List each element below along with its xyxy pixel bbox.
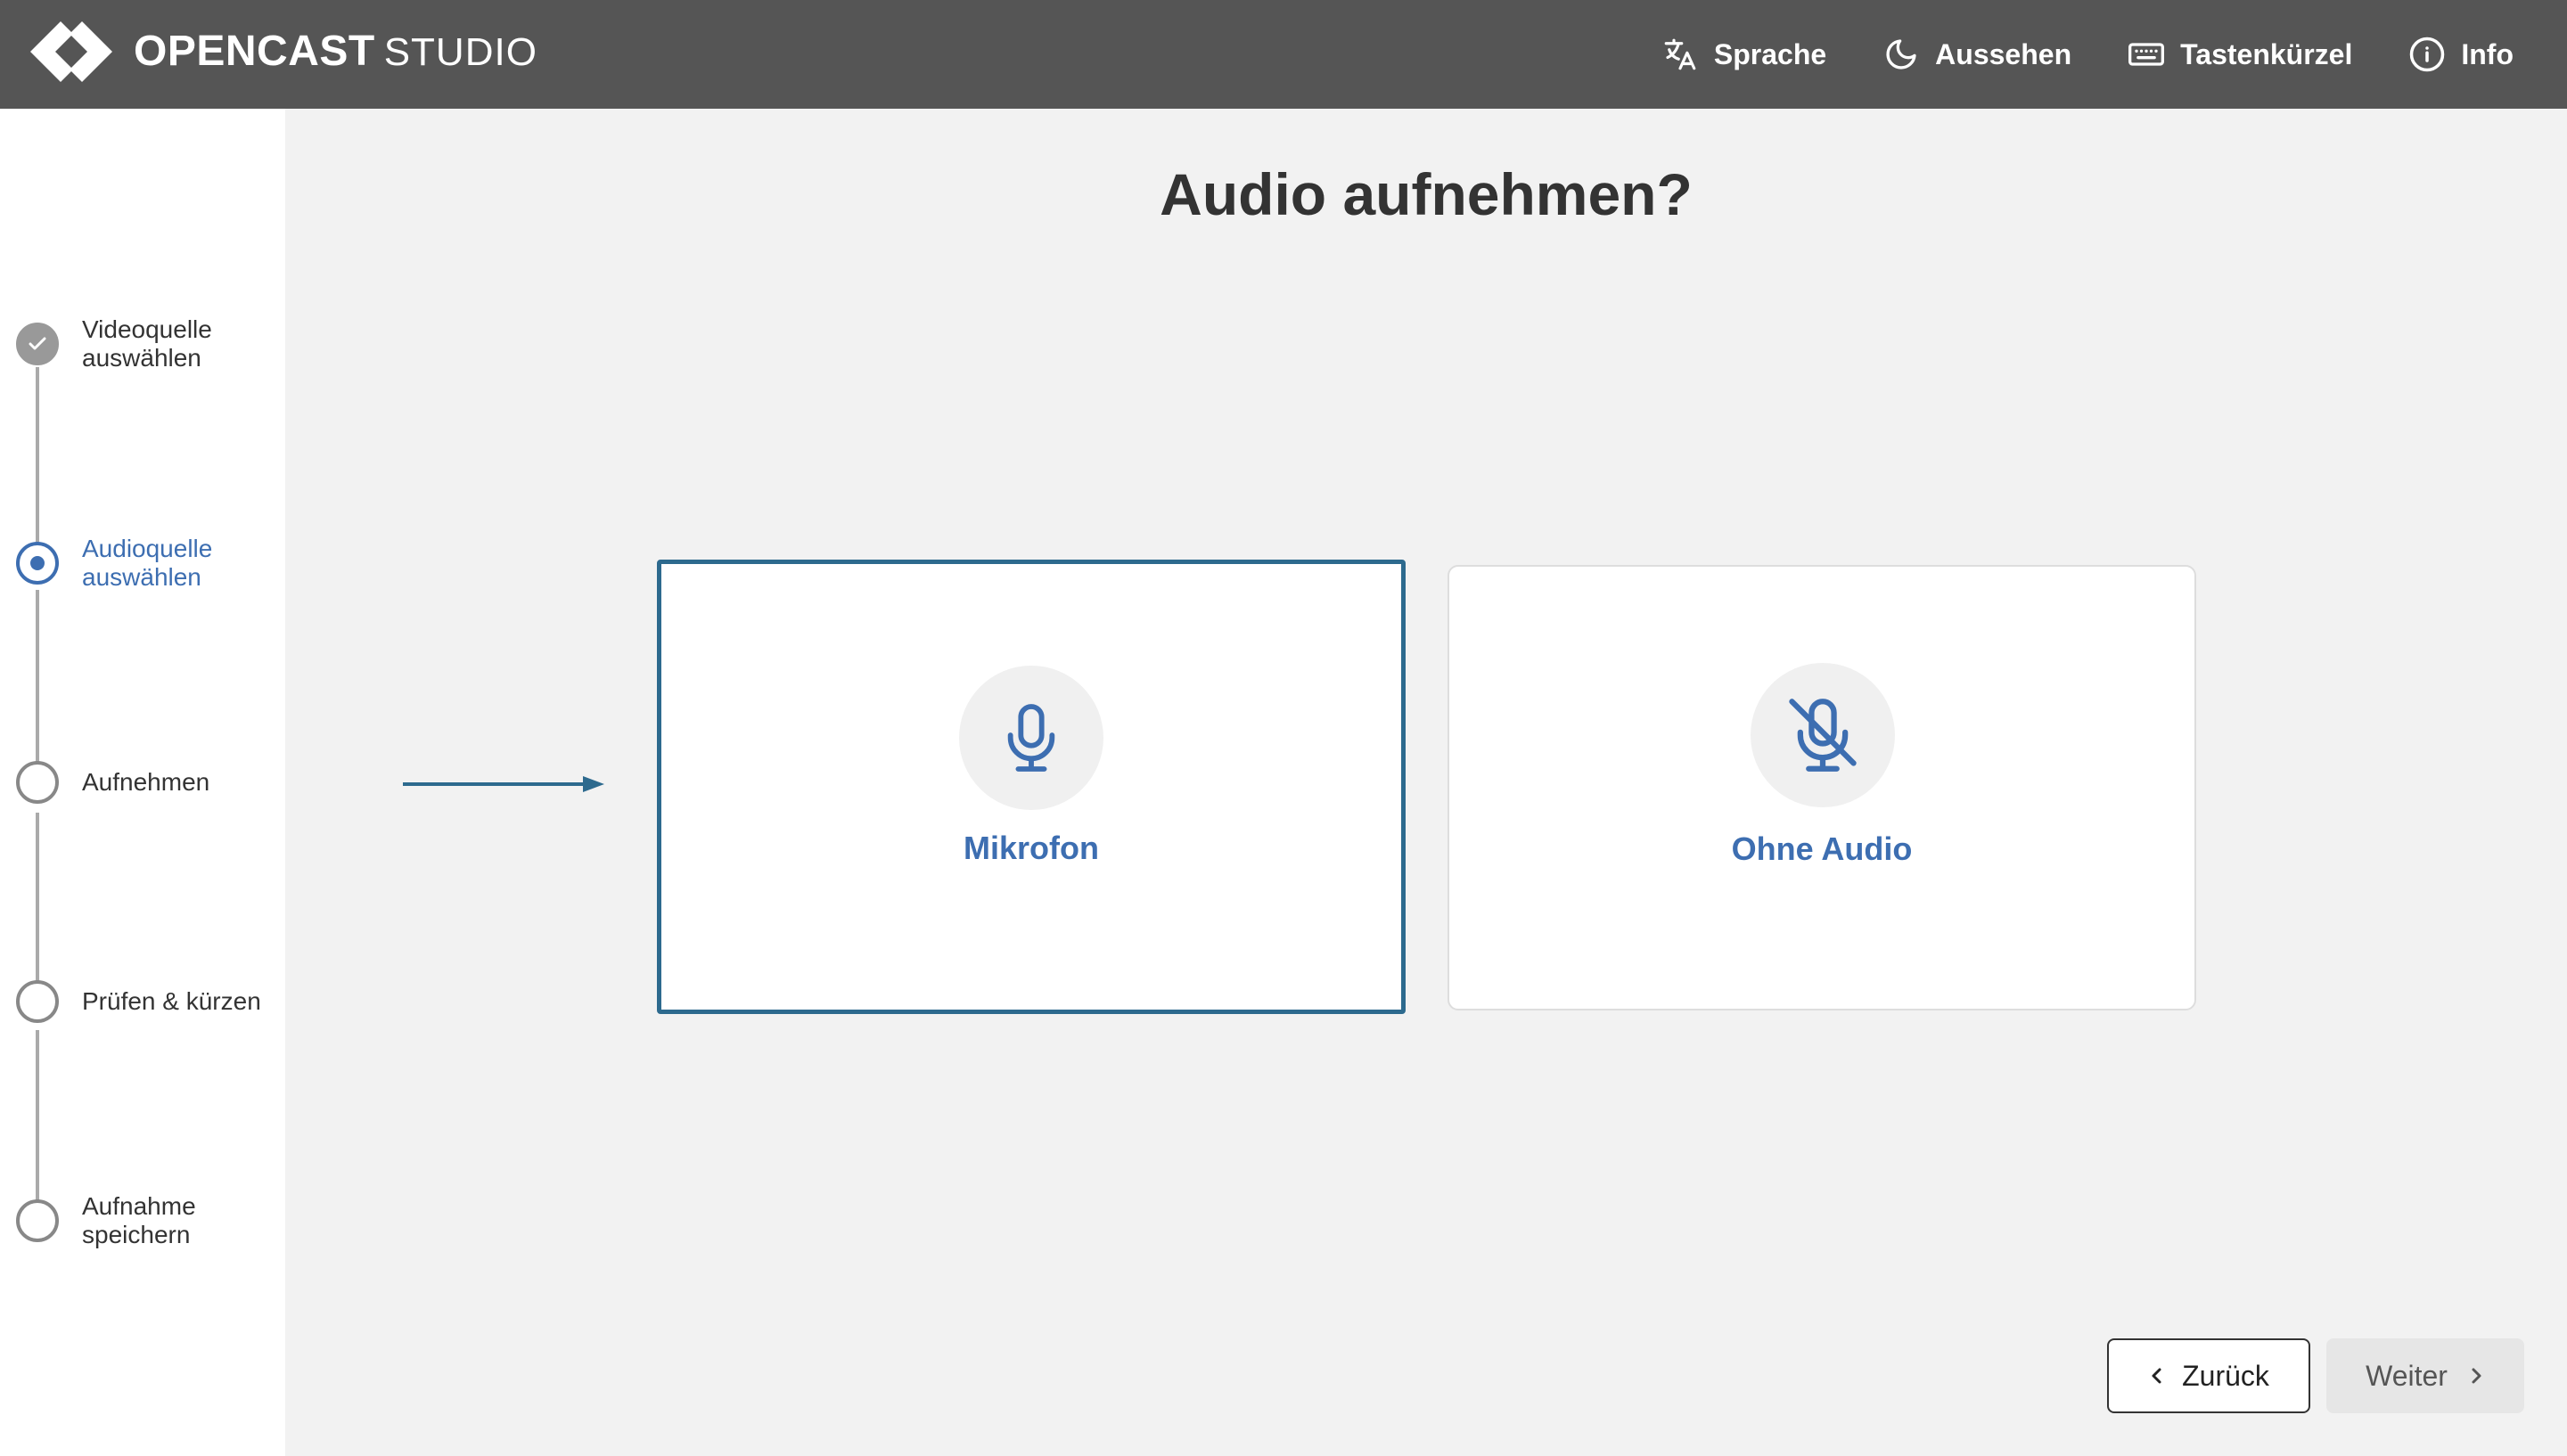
checkmark-icon bbox=[29, 337, 46, 350]
nav-info[interactable]: Info bbox=[2407, 35, 2514, 74]
step-done-indicator bbox=[16, 323, 59, 365]
microphone-off-icon bbox=[1789, 699, 1857, 772]
opencast-logo-icon bbox=[30, 21, 112, 82]
keyboard-icon bbox=[2127, 35, 2166, 74]
step-pending-indicator bbox=[16, 980, 59, 1023]
step-label-save: Aufnahme speichern bbox=[82, 1192, 196, 1248]
nav-shortcuts-label: Tastenkürzel bbox=[2180, 37, 2353, 70]
option-microphone[interactable]: Mikrofon bbox=[657, 560, 1406, 1014]
app-header: OPENCAST STUDIO Sprache Aussehen Tastenk… bbox=[0, 0, 2567, 109]
opencast-logo[interactable]: OPENCAST STUDIO bbox=[27, 18, 537, 86]
moon-icon bbox=[1882, 35, 1921, 74]
option-icon-circle bbox=[1751, 663, 1895, 807]
step-pending-indicator bbox=[16, 1199, 59, 1242]
back-button[interactable]: Zurück bbox=[2107, 1338, 2310, 1413]
arrow-right-icon bbox=[403, 776, 604, 792]
logo-text: OPENCAST STUDIO bbox=[134, 30, 537, 73]
option-microphone-label: Mikrofon bbox=[964, 830, 1099, 866]
nav-info-label: Info bbox=[2461, 37, 2514, 70]
chevron-right-icon bbox=[2467, 1365, 2485, 1386]
nav-language[interactable]: Sprache bbox=[1661, 35, 1826, 74]
back-button-label: Zurück bbox=[2182, 1359, 2269, 1392]
logo-sub-text: STUDIO bbox=[383, 30, 537, 74]
microphone-icon bbox=[1007, 704, 1055, 772]
step-connector bbox=[36, 367, 39, 542]
step-active-indicator bbox=[16, 542, 59, 585]
header-nav: Sprache Aussehen Tastenkürzel Info bbox=[1661, 0, 2514, 109]
step-connector bbox=[36, 1030, 39, 1221]
translate-icon bbox=[1661, 35, 1700, 74]
step-connector bbox=[36, 813, 39, 989]
nav-appearance[interactable]: Aussehen bbox=[1882, 35, 2071, 74]
step-label-audio-source: Audioquelle auswählen bbox=[82, 535, 213, 591]
next-button[interactable]: Weiter bbox=[2326, 1338, 2524, 1413]
step-pending-indicator bbox=[16, 761, 59, 804]
info-icon bbox=[2407, 35, 2447, 74]
step-connector bbox=[36, 590, 39, 773]
page-title: Audio aufnehmen? bbox=[1160, 161, 1693, 227]
nav-language-label: Sprache bbox=[1713, 37, 1827, 70]
option-no-audio-label: Ohne Audio bbox=[1731, 830, 1913, 867]
nav-shortcuts[interactable]: Tastenkürzel bbox=[2127, 35, 2352, 74]
step-label-review: Prüfen & kürzen bbox=[82, 987, 261, 1015]
step-label-record: Aufnehmen bbox=[82, 768, 210, 796]
option-icon-circle bbox=[959, 666, 1103, 810]
next-button-label: Weiter bbox=[2366, 1359, 2448, 1392]
steps-sidebar: Videoquelle auswählen Audioquelle auswäh… bbox=[0, 109, 285, 1456]
nav-appearance-label: Aussehen bbox=[1935, 37, 2072, 70]
option-no-audio[interactable]: Ohne Audio bbox=[1448, 565, 2196, 1010]
chevron-left-icon bbox=[2148, 1365, 2166, 1386]
logo-main-text: OPENCAST bbox=[134, 28, 375, 75]
step-label-video-source: Videoquelle auswählen bbox=[82, 315, 212, 372]
